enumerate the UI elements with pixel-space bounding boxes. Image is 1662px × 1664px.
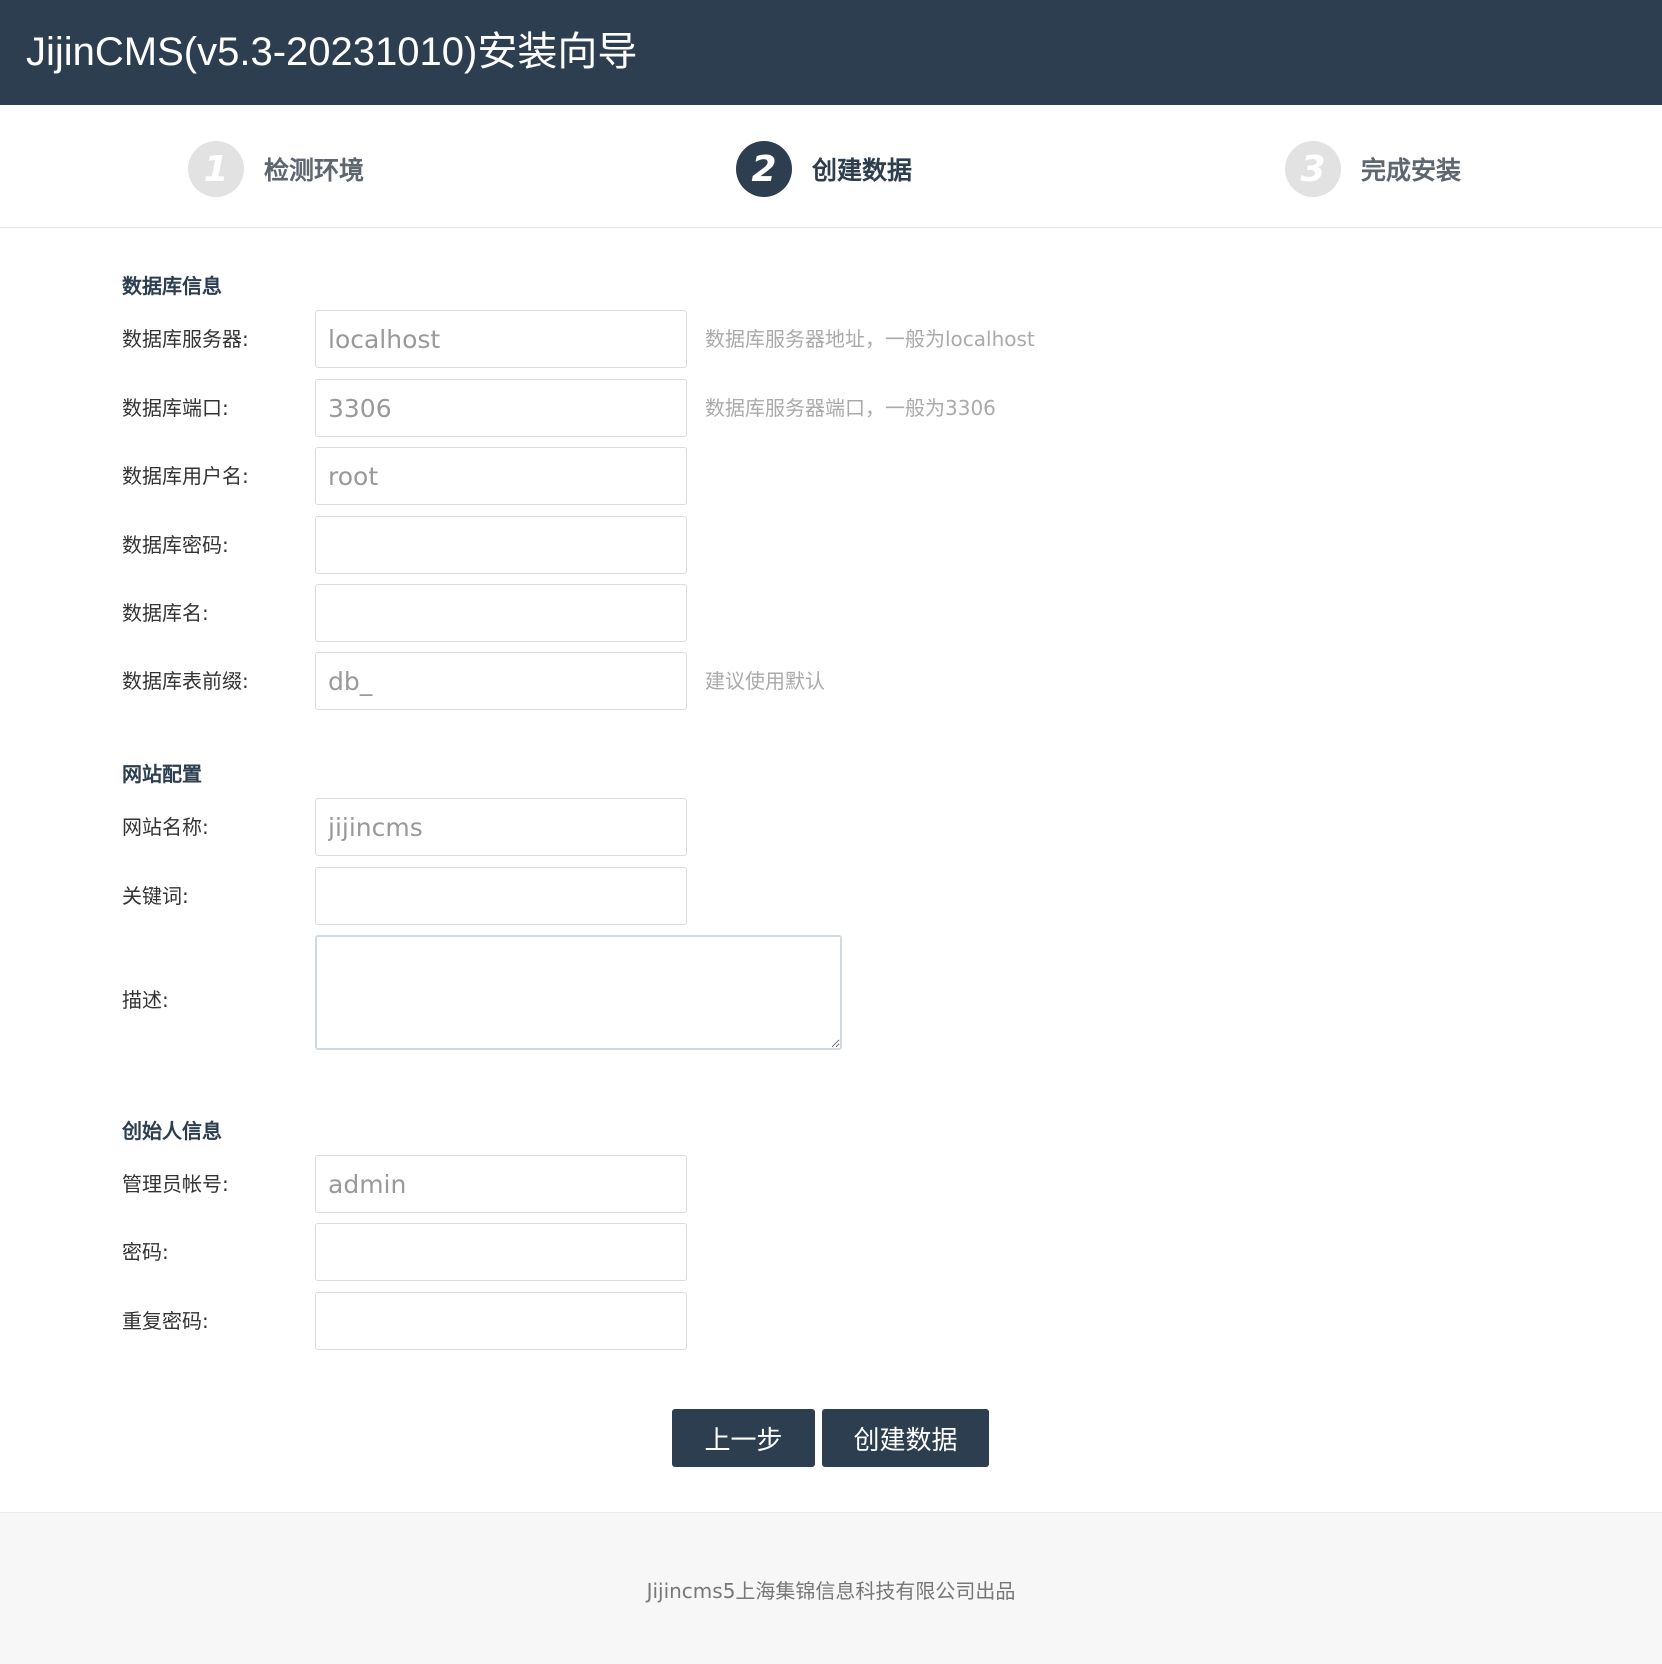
repeat-password-label: 重复密码:	[122, 1309, 209, 1333]
description-row: 描述:	[0, 935, 1662, 1050]
db-user-row: 数据库用户名:	[0, 447, 1662, 505]
page-title: JijinCMS(v5.3-20231010)安装向导	[26, 30, 638, 74]
step-2: 2 创建数据	[736, 140, 912, 198]
admin-account-label: 管理员帐号:	[122, 1172, 229, 1196]
db-user-label: 数据库用户名:	[122, 464, 249, 488]
db-name-input[interactable]	[315, 584, 687, 642]
prev-step-button[interactable]: 上一步	[672, 1409, 815, 1467]
repeat-password-row: 重复密码:	[0, 1292, 1662, 1350]
description-textarea[interactable]	[315, 935, 842, 1050]
founder-section-title: 创始人信息	[122, 1119, 222, 1143]
db-prefix-input[interactable]	[315, 652, 687, 710]
step-1-number-icon: 1	[188, 141, 244, 197]
db-password-row: 数据库密码:	[0, 516, 1662, 574]
db-name-label: 数据库名:	[122, 601, 209, 625]
site-name-label: 网站名称:	[122, 815, 209, 839]
db-server-label: 数据库服务器:	[122, 327, 249, 351]
site-name-row: 网站名称:	[0, 798, 1662, 856]
db-server-input[interactable]	[315, 310, 687, 368]
keywords-row: 关键词:	[0, 867, 1662, 925]
step-3-label: 完成安装	[1361, 156, 1462, 185]
admin-account-row: 管理员帐号:	[0, 1155, 1662, 1213]
db-server-row: 数据库服务器: 数据库服务器地址，一般为localhost	[0, 310, 1662, 368]
step-1-label: 检测环境	[264, 156, 365, 185]
repeat-password-input[interactable]	[315, 1292, 687, 1350]
footer: Jijincms5上海集锦信息科技有限公司出品	[0, 1512, 1662, 1664]
admin-password-input[interactable]	[315, 1223, 687, 1281]
step-2-label: 创建数据	[812, 156, 913, 185]
create-data-button[interactable]: 创建数据	[822, 1409, 989, 1467]
step-2-number-icon: 2	[736, 141, 792, 197]
footer-copyright: Jijincms5上海集锦信息科技有限公司出品	[646, 1579, 1016, 1603]
db-port-input[interactable]	[315, 379, 687, 437]
db-user-input[interactable]	[315, 447, 687, 505]
step-1: 1 检测环境	[188, 140, 364, 198]
db-prefix-hint: 建议使用默认	[705, 669, 825, 693]
db-port-label: 数据库端口:	[122, 396, 229, 420]
db-password-input[interactable]	[315, 516, 687, 574]
keywords-input[interactable]	[315, 867, 687, 925]
db-prefix-label: 数据库表前缀:	[122, 669, 249, 693]
db-port-row: 数据库端口: 数据库服务器端口，一般为3306	[0, 379, 1662, 437]
step-3-number-icon: 3	[1285, 141, 1341, 197]
admin-password-row: 密码:	[0, 1223, 1662, 1281]
site-name-input[interactable]	[315, 798, 687, 856]
db-prefix-row: 数据库表前缀: 建议使用默认	[0, 652, 1662, 710]
db-server-hint: 数据库服务器地址，一般为localhost	[705, 327, 1035, 351]
admin-account-input[interactable]	[315, 1155, 687, 1213]
db-port-hint: 数据库服务器端口，一般为3306	[705, 396, 996, 420]
keywords-label: 关键词:	[122, 884, 189, 908]
step-progress: 1 检测环境 2 创建数据 3 完成安装	[0, 105, 1662, 228]
db-password-label: 数据库密码:	[122, 533, 229, 557]
db-name-row: 数据库名:	[0, 584, 1662, 642]
admin-password-label: 密码:	[122, 1240, 169, 1264]
site-section-title: 网站配置	[122, 762, 202, 786]
description-label: 描述:	[122, 988, 169, 1012]
header-bar: JijinCMS(v5.3-20231010)安装向导	[0, 0, 1662, 105]
step-3: 3 完成安装	[1285, 140, 1461, 198]
db-section-title: 数据库信息	[122, 274, 222, 298]
